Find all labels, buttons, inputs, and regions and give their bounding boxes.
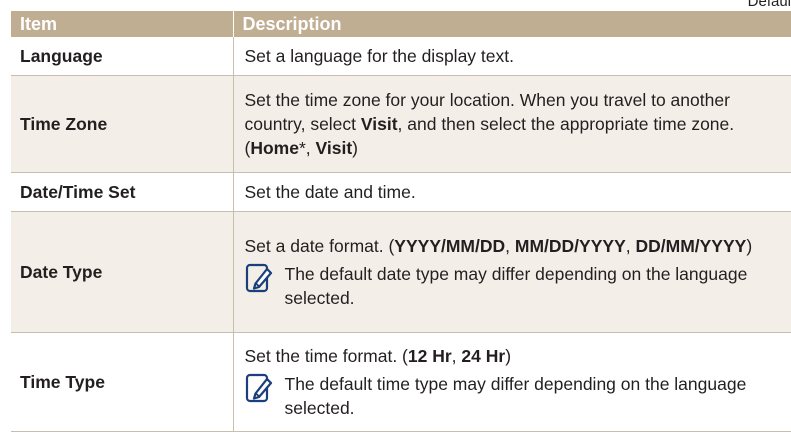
desc-bold: Home	[250, 138, 299, 158]
desc-text: Set a date format. (	[244, 236, 395, 256]
desc-bold: YYYY/MM/DD	[394, 236, 506, 256]
date-type-note: The default date type may differ dependi…	[245, 262, 786, 310]
row-item-date-time-set: Date/Time Set	[11, 172, 233, 212]
note-pencil-icon	[245, 373, 272, 403]
desc-bold: Visit	[315, 138, 353, 158]
desc-text: Set the time format. (	[244, 346, 408, 366]
note-text: The default time type may differ dependi…	[284, 374, 747, 418]
date-type-format-line: Set a date format. (YYYY/MM/DD, MM/DD/YY…	[245, 234, 786, 258]
note-pencil-icon	[245, 263, 272, 293]
desc-bold: DD/MM/YYYY	[635, 236, 747, 256]
row-item-time-type: Time Type	[11, 332, 233, 432]
desc-text: )	[352, 138, 358, 158]
table-header-row: Item Description	[11, 11, 791, 37]
time-type-format-line: Set the time format. (12 Hr, 24 Hr)	[245, 344, 786, 368]
desc-text: *,	[298, 138, 316, 158]
row-desc-time-type: Set the time format. (12 Hr, 24 Hr) The …	[232, 332, 791, 432]
table-row-date-time-set: Date/Time Set Set the date and time.	[11, 172, 791, 212]
row-desc-time-zone: Set the time zone for your location. Whe…	[232, 75, 791, 173]
table-row-language: Language Set a language for the display …	[11, 37, 791, 76]
desc-bold: 12 Hr	[407, 346, 452, 366]
desc-bold: MM/DD/YYYY	[514, 236, 626, 256]
table-row-time-zone: Time Zone Set the time zone for your loc…	[11, 75, 791, 173]
row-desc-date-type: Set a date format. (YYYY/MM/DD, MM/DD/YY…	[232, 211, 791, 333]
settings-table: Item Description Language Set a language…	[11, 11, 791, 432]
desc-bold: Visit	[360, 114, 398, 134]
time-type-note: The default time type may differ dependi…	[245, 372, 786, 420]
desc-text: ,	[451, 346, 462, 366]
row-desc-language: Set a language for the display text.	[232, 37, 791, 76]
row-item-language: Language	[11, 37, 233, 76]
row-desc-date-time-set: Set the date and time.	[232, 172, 791, 212]
desc-text: )	[505, 346, 512, 366]
table-row-time-type: Time Type Set the time format. (12 Hr, 2…	[11, 332, 791, 432]
note-text: The default date type may differ dependi…	[284, 264, 748, 308]
header-description: Description	[232, 11, 791, 37]
desc-bold: 24 Hr	[461, 346, 506, 366]
row-item-date-type: Date Type	[11, 211, 233, 333]
desc-text: ,	[505, 236, 515, 256]
corner-text: Defaul	[747, 0, 791, 10]
desc-text: )	[746, 236, 753, 256]
header-item: Item	[11, 11, 233, 37]
table-row-date-type: Date Type Set a date format. (YYYY/MM/DD…	[11, 211, 791, 333]
row-item-time-zone: Time Zone	[11, 75, 233, 173]
